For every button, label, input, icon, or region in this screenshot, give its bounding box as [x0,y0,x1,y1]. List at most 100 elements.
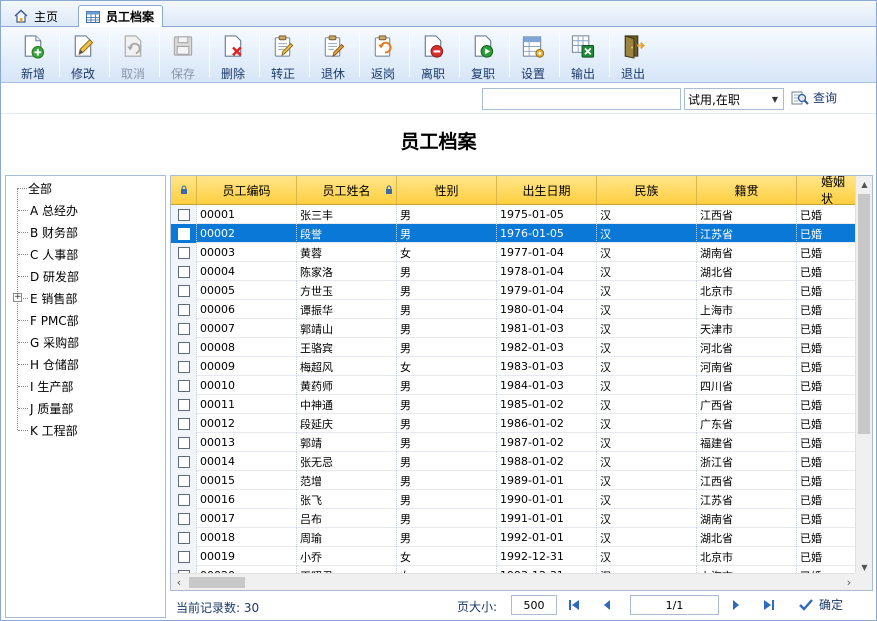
rehire-button[interactable]: 返岗 [359,30,407,82]
column-header[interactable]: 籍贯 [697,176,797,204]
row-checkbox[interactable] [177,531,190,544]
column-header-label: 民族 [634,183,659,198]
resign-button[interactable]: 离职 [409,30,457,82]
table-row[interactable]: 00008 王骆宾男 1982-01-03 汉河北省 已婚 [171,338,857,357]
expand-plus-icon[interactable]: + [13,293,22,302]
table-row[interactable]: 00012 段延庆男 1986-01-02 汉广东省 已婚 [171,414,857,433]
vertical-scroll-thumb[interactable] [858,194,870,434]
tab-home[interactable]: 主页 [7,5,66,27]
tree-item-department[interactable]: J 质量部 [30,397,73,419]
query-button[interactable]: 查询 [791,89,837,106]
table-row[interactable]: 00016 张飞男 1990-01-01 汉江苏省 已婚 [171,490,857,509]
table-row[interactable]: 00007 郭靖山男 1981-01-03 汉天津市 已婚 [171,319,857,338]
tree-connector-line [18,320,28,321]
table-row[interactable]: 00009 梅超风女 1983-01-03 汉河南省 已婚 [171,357,857,376]
tree-item-department[interactable]: I 生产部 [30,375,73,397]
table-cell: 1992-12-31 [497,547,597,566]
row-checkbox[interactable] [177,417,190,430]
table-cell: 广西省 [697,395,797,414]
tree-item-department[interactable]: G 采购部 [30,331,79,353]
horizontal-scroll-thumb[interactable] [189,577,245,588]
row-checkbox[interactable] [177,303,190,316]
chevron-down-icon[interactable]: ▼ [767,89,783,109]
row-checkbox[interactable] [177,512,190,525]
exit-button[interactable]: 退出 [609,30,657,82]
table-row[interactable]: 00018 周瑜男 1992-01-01 汉湖北省 已婚 [171,528,857,547]
row-checkbox[interactable] [177,379,190,392]
table-row[interactable]: 00014 张无忌男 1988-01-02 汉浙江省 已婚 [171,452,857,471]
settings-button[interactable]: 设置 [509,30,557,82]
next-page-button[interactable] [728,597,744,613]
edit-button[interactable]: 修改 [59,30,107,82]
row-checkbox[interactable] [177,493,190,506]
table-row[interactable]: 00013 郭靖男 1987-01-02 汉福建省 已婚 [171,433,857,452]
table-cell: 00004 [197,262,297,281]
tree-root-all[interactable]: 全部 [28,177,52,199]
status-filter-select[interactable]: 试用,在职 ▼ [684,88,784,110]
tree-item-department[interactable]: E 销售部 [30,287,77,309]
confirm-button[interactable]: 确定 [798,596,843,613]
table-row[interactable]: 00015 范增男 1989-01-01 汉江西省 已婚 [171,471,857,490]
row-checkbox[interactable] [177,436,190,449]
table-cell: 汉 [597,471,697,490]
add-button[interactable]: 新增 [9,30,57,82]
table-row[interactable]: 00019 小乔女 1992-12-31 汉北京市 已婚 [171,547,857,566]
scroll-left-icon[interactable]: ‹ [171,574,187,590]
column-header[interactable]: 员工编码 [197,176,297,204]
first-page-button[interactable] [566,597,582,613]
row-checkbox[interactable] [177,360,190,373]
delete-button[interactable]: 删除 [209,30,257,82]
cancel-button[interactable]: 取消 [109,30,157,82]
table-row[interactable]: 00001 张三丰男 1975-01-05 汉江西省 已婚 [171,205,857,224]
table-row[interactable]: 00010 黄药师男 1984-01-03 汉四川省 已婚 [171,376,857,395]
search-input[interactable] [482,88,681,110]
row-checkbox[interactable] [177,284,190,297]
column-header[interactable]: 员工姓名 [297,176,397,204]
table-row[interactable]: 00005 方世玉男 1979-01-04 汉北京市 已婚 [171,281,857,300]
save-button[interactable]: 保存 [159,30,207,82]
page-size-input[interactable] [511,595,557,615]
retire-button[interactable]: 退休 [309,30,357,82]
table-row[interactable]: 00002 段誉男 1976-01-05 汉江苏省 已婚 [171,224,857,243]
table-row[interactable]: 00017 吕布男 1991-01-01 汉湖南省 已婚 [171,509,857,528]
table-row[interactable]: 00003 黄蓉女 1977-01-04 汉湖南省 已婚 [171,243,857,262]
column-header[interactable]: 民族 [597,176,697,204]
tree-item-department[interactable]: F PMC部 [30,309,79,331]
vertical-scrollbar[interactable]: ▲ ▼ [855,176,872,575]
row-checkbox[interactable] [177,474,190,487]
select-all-header[interactable] [171,176,197,204]
row-checkbox[interactable] [177,265,190,278]
reinstate-button[interactable]: 复职 [459,30,507,82]
column-header[interactable]: 性别 [397,176,497,204]
tree-item-department[interactable]: D 研发部 [30,265,79,287]
export-button[interactable]: 输出 [559,30,607,82]
scroll-up-icon[interactable]: ▲ [856,176,872,192]
table-row[interactable]: 00011 中神通男 1985-01-02 汉广西省 已婚 [171,395,857,414]
tree-item-department[interactable]: H 仓储部 [30,353,79,375]
table-row[interactable]: 00004 陈家洛男 1978-01-04 汉湖北省 已婚 [171,262,857,281]
row-checkbox[interactable] [177,341,190,354]
row-checkbox[interactable] [177,322,190,335]
row-checkbox[interactable] [177,550,190,563]
tree-item-department[interactable]: K 工程部 [30,419,78,441]
horizontal-scrollbar[interactable]: ‹ › [171,573,857,590]
table-cell: 湖南省 [697,243,797,262]
column-header[interactable]: 婚姻状 [797,176,857,206]
row-checkbox[interactable] [177,208,190,221]
regularize-button[interactable]: 转正 [259,30,307,82]
last-page-button[interactable] [761,597,777,613]
row-checkbox[interactable] [177,398,190,411]
prev-page-button[interactable] [599,597,615,613]
table-cell: 1990-01-01 [497,490,597,509]
tree-item-department[interactable]: A 总经办 [30,199,78,221]
tab-employee-records[interactable]: 员工档案 [78,5,164,28]
row-checkbox[interactable] [177,227,190,240]
row-checkbox[interactable] [177,455,190,468]
row-checkbox[interactable] [177,246,190,259]
tree-item-department[interactable]: C 人事部 [30,243,78,265]
column-header[interactable]: 出生日期 [497,176,597,204]
tree-item-department[interactable]: B 财务部 [30,221,78,243]
page-number-input[interactable] [630,595,719,615]
table-row[interactable]: 00006 谭振华男 1980-01-04 汉上海市 已婚 [171,300,857,319]
table-cell: 男 [397,300,497,319]
